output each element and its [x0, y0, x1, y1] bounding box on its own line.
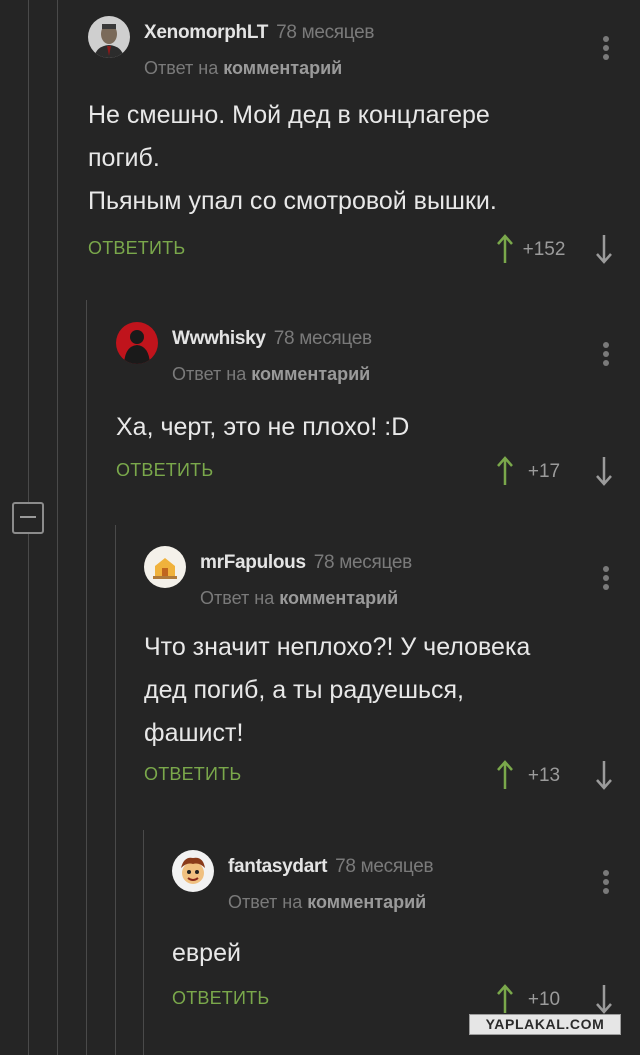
comment-username[interactable]: XenomorphLT 78 месяцев [144, 22, 375, 44]
reply-target-link[interactable]: комментарий [223, 58, 342, 78]
thread-line-5 [143, 830, 144, 1055]
comment-username[interactable]: mrFapulous 78 месяцев [200, 552, 412, 574]
red-silhouette-avatar[interactable] [116, 322, 158, 364]
comment-score: +10 [527, 989, 561, 1010]
reply-target-link[interactable]: комментарий [251, 364, 370, 384]
man-in-suit-avatar[interactable] [88, 16, 130, 58]
comment-header: XenomorphLT 78 месяцев Ответ на комментар… [88, 12, 640, 78]
comment-time: 78 месяцев [276, 22, 375, 43]
comment-username[interactable]: fantasydart 78 месяцев [228, 856, 434, 878]
more-options-icon[interactable] [602, 342, 610, 370]
comment: fantasydart 78 месяцев Ответ на комментар… [172, 846, 640, 1031]
comments-page: XenomorphLT 78 месяцев Ответ на комментар… [0, 0, 640, 1055]
more-options-icon[interactable] [602, 870, 610, 898]
vote-down-arrow-icon[interactable] [595, 234, 613, 264]
vote-up-arrow-icon[interactable] [496, 760, 514, 790]
reply-to-line: Ответ на комментарий [172, 364, 371, 384]
comment-text: Ха, черт, это не плохо! :D [116, 413, 410, 441]
comment-username[interactable]: Wwwhisky 78 месяцев [172, 328, 372, 350]
reply-to-line: Ответ на комментарий [200, 588, 399, 608]
comment-header: mrFapulous 78 месяцев Ответ на комментари… [144, 542, 640, 608]
comment: mrFapulous 78 месяцев Ответ на комментари… [144, 542, 640, 812]
comment-score: +152 [522, 239, 566, 260]
vote-up-arrow-icon[interactable] [496, 984, 514, 1014]
reply-button[interactable]: Ответить [144, 764, 241, 785]
comment-time: 78 месяцев [313, 552, 412, 573]
comment-actions: Ответить +10 [172, 984, 640, 1016]
comment-header: fantasydart 78 месяцев Ответ на комментар… [172, 846, 640, 912]
cartoon-face-avatar[interactable] [172, 850, 214, 892]
comment-score: +13 [527, 765, 561, 786]
cartoon-house-avatar[interactable] [144, 546, 186, 588]
more-options-icon[interactable] [602, 566, 610, 594]
more-options-icon[interactable] [602, 36, 610, 64]
comment-text: еврей [172, 939, 241, 967]
thread-line-4 [115, 525, 116, 1055]
vote-down-arrow-icon[interactable] [595, 984, 613, 1014]
comment: Wwwhisky 78 месяцев Ответ на комментарий … [116, 318, 640, 508]
comment-time: 78 месяцев [273, 328, 372, 349]
comment-actions: Ответить +17 [116, 456, 640, 488]
comment-score: +17 [527, 461, 561, 482]
comment: XenomorphLT 78 месяцев Ответ на комментар… [88, 12, 640, 282]
vote-down-arrow-icon[interactable] [595, 456, 613, 486]
collapse-thread-button[interactable] [12, 502, 44, 534]
watermark: YAPLAKAL.COM [469, 1014, 621, 1035]
reply-button[interactable]: Ответить [172, 988, 269, 1009]
reply-to-line: Ответ на комментарий [144, 58, 343, 78]
reply-button[interactable]: Ответить [116, 460, 213, 481]
comment-actions: Ответить +152 [88, 234, 640, 266]
thread-line-3 [86, 300, 87, 1055]
vote-down-arrow-icon[interactable] [595, 760, 613, 790]
comment-text: Что значит неплохо?! У человека дед поги… [144, 633, 531, 747]
comment-text: Не смешно. Мой дед в концлагере погиб. П… [88, 101, 497, 215]
reply-button[interactable]: Ответить [88, 238, 185, 259]
comment-time: 78 месяцев [335, 856, 434, 877]
vote-up-arrow-icon[interactable] [496, 456, 514, 486]
comment-header: Wwwhisky 78 месяцев Ответ на комментарий [116, 318, 640, 384]
reply-target-link[interactable]: комментарий [279, 588, 398, 608]
comment-actions: Ответить +13 [144, 760, 640, 792]
vote-up-arrow-icon[interactable] [496, 234, 514, 264]
reply-to-line: Ответ на комментарий [228, 892, 427, 912]
reply-target-link[interactable]: комментарий [307, 892, 426, 912]
thread-line-2 [57, 0, 58, 1055]
